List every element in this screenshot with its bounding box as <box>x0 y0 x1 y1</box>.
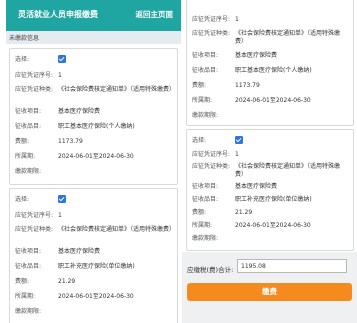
payment-card: 选择: 应征凭证序号: 1 应征凭证种类: 《社会保险费核定通知单》（适用特殊缴… <box>186 129 354 251</box>
back-home-link[interactable]: 返回主页面 <box>136 9 174 20</box>
amount-value: 1173.79 <box>235 82 260 89</box>
voucher-type-value: 《社会保险费核定通知单》（适用特殊缴费） <box>235 163 341 178</box>
item-value: 基本医疗保险费 <box>58 248 101 255</box>
item-label: 征收项目: <box>15 108 42 115</box>
select-checkbox[interactable] <box>235 136 243 144</box>
period-value: 2024-06-01至2024-06-30 <box>58 293 134 300</box>
subitem-value: 职工补充医疗保险(单位缴纳) <box>58 263 135 270</box>
page-title: 灵活就业人员申报缴费 <box>18 10 98 19</box>
item-label: 征收项目: <box>192 183 219 190</box>
section-title: 未缴款信息 <box>9 35 40 42</box>
voucher-type-row: 应征凭证种类: 《社会保险费核定通知单》（适用特殊缴费） <box>15 226 176 242</box>
voucher-no-label: 应征凭证序号: <box>192 16 231 23</box>
payment-card: 选择: 应征凭证序号: 1 应征凭证种类: 《社会保险费核定通知单》（适用特殊缴… <box>9 188 178 323</box>
item-label: 征收项目: <box>192 52 219 59</box>
subitem-value: 职工基本医疗保险(个人缴纳) <box>58 123 135 130</box>
total-amount-field[interactable] <box>237 259 347 273</box>
right-panel: 应征凭证序号: 1 应征凭证种类: 《社会保险费核定通知单》（适用特殊缴费） 征… <box>182 0 357 323</box>
amount-value: 21.29 <box>235 209 253 216</box>
app-header: 灵活就业人员申报缴费 返回主页面 <box>6 0 181 31</box>
period-value: 2024-06-01至2024-06-30 <box>235 97 311 104</box>
voucher-type-row: 应征凭证种类: 《社会保险费核定通知单》（适用特殊缴费） <box>192 30 349 46</box>
voucher-no-value: 1 <box>235 16 239 23</box>
amount-value: 1173.79 <box>58 138 83 145</box>
section-bar: 未缴款信息 <box>6 31 181 44</box>
select-label: 选择: <box>192 137 207 144</box>
deadline-label: 缴款期限: <box>15 168 42 175</box>
period-label: 所属期: <box>15 293 36 300</box>
voucher-type-label: 应征凭证种类: <box>192 30 231 37</box>
item-value: 基本医疗保险费 <box>58 108 101 115</box>
voucher-type-label: 应征凭证种类: <box>15 86 54 93</box>
amount-value: 21.29 <box>58 278 76 285</box>
voucher-type-value: 《社会保险费核定通知单》（适用特殊缴费） <box>58 86 176 93</box>
voucher-type-value: 《社会保险费核定通知单》（适用特殊缴费） <box>58 226 176 233</box>
voucher-no-value: 1 <box>235 151 239 158</box>
subitem-value: 职工基本医疗保险(个人缴纳) <box>235 67 312 74</box>
select-label: 选择: <box>15 56 30 63</box>
period-value: 2024-06-01至2024-06-30 <box>58 153 134 160</box>
subitem-label: 征收品目: <box>192 196 219 203</box>
amount-label: 费额: <box>192 82 207 89</box>
deadline-label: 缴款期限: <box>15 308 42 315</box>
voucher-no-value: 1 <box>58 72 62 79</box>
select-label: 选择: <box>15 196 30 203</box>
item-value: 基本医疗保险费 <box>235 183 278 190</box>
amount-label: 费额: <box>15 138 30 145</box>
select-checkbox[interactable] <box>58 55 66 63</box>
item-value: 基本医疗保险费 <box>235 52 278 59</box>
payment-card: 应征凭证序号: 1 应征凭证种类: 《社会保险费核定通知单》（适用特殊缴费） 征… <box>186 0 354 126</box>
voucher-no-label: 应征凭证序号: <box>192 151 231 158</box>
subitem-label: 征收品目: <box>15 123 42 130</box>
amount-label: 费额: <box>192 209 207 216</box>
select-checkbox[interactable] <box>58 195 66 203</box>
period-label: 所属期: <box>192 222 213 229</box>
subitem-value: 职工补充医疗保险(单位缴纳) <box>235 196 312 203</box>
amount-label: 费额: <box>15 278 30 285</box>
left-panel: 灵活就业人员申报缴费 返回主页面 未缴款信息 选择: 应征凭证序号: 1 应征凭… <box>6 0 181 323</box>
deadline-label: 缴款期限: <box>192 112 219 119</box>
voucher-type-row: 应征凭证种类: 《社会保险费核定通知单》（适用特殊缴费） <box>192 163 349 179</box>
voucher-type-value: 《社会保险费核定通知单》（适用特殊缴费） <box>235 30 341 45</box>
pay-button[interactable]: 缴费 <box>187 283 352 301</box>
period-label: 所属期: <box>15 153 36 160</box>
voucher-type-label: 应征凭证种类: <box>192 163 231 170</box>
total-label: 应缴税(费)合计: <box>187 266 234 274</box>
subitem-label: 征收品目: <box>15 263 42 270</box>
deadline-label: 缴款期限: <box>192 235 219 242</box>
voucher-no-value: 1 <box>58 212 62 219</box>
period-value: 2024-06-01至2024-06-30 <box>235 222 311 229</box>
payment-card: 选择: 应征凭证序号: 1 应征凭证种类: 《社会保险费核定通知单》（适用特殊缴… <box>9 48 178 185</box>
subitem-label: 征收品目: <box>192 67 219 74</box>
voucher-type-label: 应征凭证种类: <box>15 226 54 233</box>
period-label: 所属期: <box>192 97 213 104</box>
voucher-type-row: 应征凭证种类: 《社会保险费核定通知单》（适用特殊缴费） <box>15 86 176 102</box>
voucher-no-label: 应征凭证序号: <box>15 212 54 219</box>
item-label: 征收项目: <box>15 248 42 255</box>
voucher-no-label: 应征凭证序号: <box>15 72 54 79</box>
